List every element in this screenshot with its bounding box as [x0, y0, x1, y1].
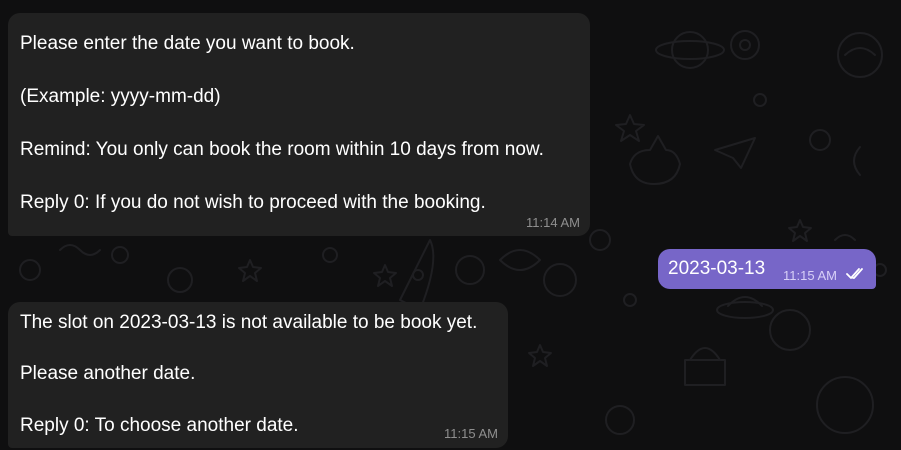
outgoing-message[interactable]: 2023-03-13 11:15 AM: [658, 249, 876, 289]
message-line: The slot on 2023-03-13 is not available …: [20, 312, 478, 333]
message-line: Please another date.: [20, 363, 196, 384]
message-text: 2023-03-13: [668, 258, 766, 279]
message-timestamp: 11:15 AM: [444, 426, 498, 441]
message-timestamp: 11:15 AM: [783, 268, 837, 283]
message-line: (Example: yyyy-mm-dd): [20, 86, 221, 107]
message-line: Please enter the date you want to book.: [20, 33, 355, 54]
message-line: Reply 0: To choose another date.: [20, 415, 299, 436]
double-check-icon: [846, 268, 863, 279]
message-timestamp: 11:14 AM: [526, 215, 580, 230]
incoming-message[interactable]: Please enter the date you want to book. …: [8, 13, 590, 236]
incoming-message[interactable]: The slot on 2023-03-13 is not available …: [8, 302, 508, 448]
message-line: Remind: You only can book the room withi…: [20, 139, 544, 160]
message-line: Reply 0: If you do not wish to proceed w…: [20, 192, 486, 213]
